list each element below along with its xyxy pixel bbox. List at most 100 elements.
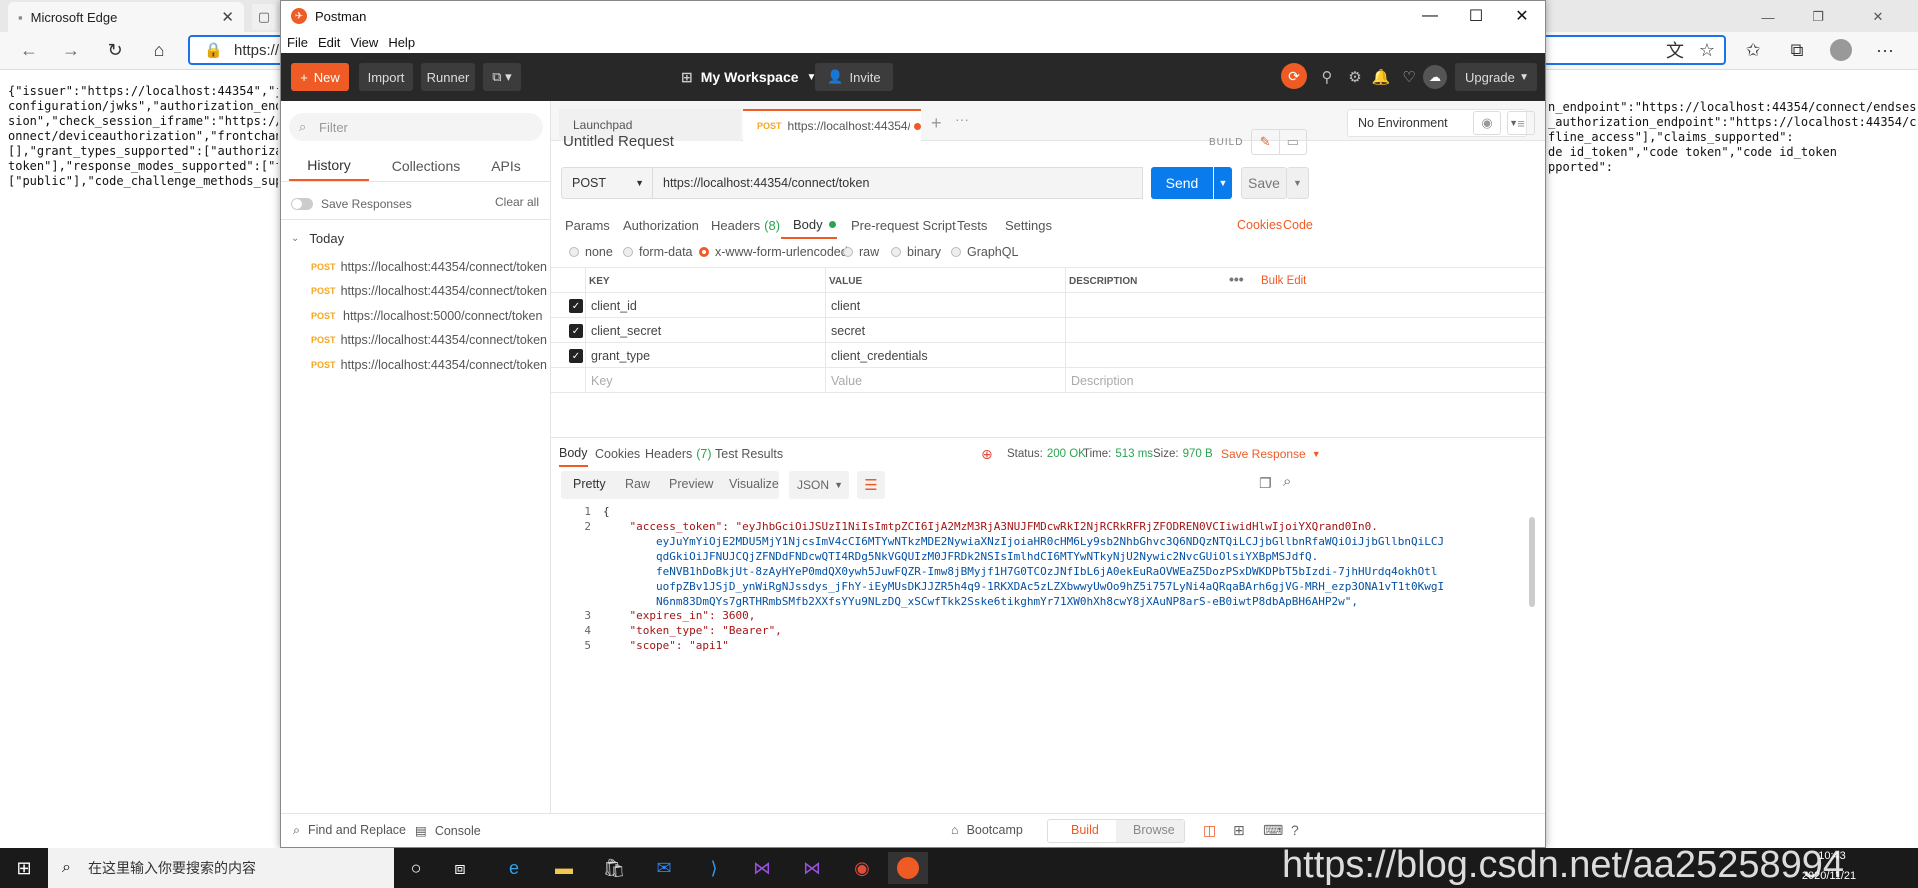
new-button[interactable]: + New [291, 63, 349, 91]
two-pane-icon[interactable]: ◫ [1203, 822, 1216, 839]
visual-studio-2-icon[interactable]: ⋈ [792, 852, 832, 884]
checkbox[interactable]: ✓ [569, 349, 583, 363]
tab-settings[interactable]: Settings [1005, 211, 1052, 239]
minimize-icon[interactable]: — [1407, 1, 1453, 31]
tab-headers[interactable]: Headers (8) [711, 211, 780, 239]
new-window-button[interactable]: ⧉ ▾ [483, 63, 521, 91]
view-visualize[interactable]: Visualize [729, 477, 779, 491]
request-name[interactable]: Untitled Request [563, 133, 674, 150]
bell-icon[interactable]: 🔔 [1369, 65, 1393, 89]
format-select[interactable]: JSON ▼ [789, 471, 849, 499]
layout-icon[interactable]: ⊞ [1233, 822, 1245, 839]
close-icon[interactable]: ✕ [1499, 1, 1545, 31]
runner-button[interactable]: Runner [421, 63, 475, 91]
eye-icon[interactable]: ◉ [1473, 111, 1501, 135]
bootcamp-button[interactable]: ⌂ Bootcamp [951, 823, 1023, 837]
more-icon[interactable]: ··· [1870, 36, 1900, 64]
save-responses-toggle[interactable]: Save Responses [291, 195, 412, 213]
sync-icon[interactable]: ⟳ [1281, 63, 1307, 89]
url-input[interactable]: https://localhost:44354/connect/token [653, 167, 1143, 199]
tab-tests[interactable]: Tests [957, 211, 987, 239]
settings-icon[interactable]: ⚙ [1343, 65, 1367, 89]
resp-tab-headers[interactable]: Headers (7) [645, 441, 712, 467]
mail-icon[interactable]: ✉ [644, 852, 684, 884]
favorite-star-icon[interactable]: ☆ [1692, 36, 1722, 64]
find-replace-button[interactable]: ⌕ Find and Replace [293, 823, 406, 838]
save-dropdown-icon[interactable]: ▼ [1287, 167, 1309, 199]
vscode-icon[interactable]: ⟩ [694, 852, 734, 884]
tab-collections[interactable]: Collections [381, 151, 471, 181]
view-raw[interactable]: Raw [625, 477, 650, 491]
menu-view[interactable]: View [350, 35, 378, 50]
scrollbar[interactable] [1529, 517, 1535, 607]
translate-icon[interactable]: 文 [1660, 36, 1690, 64]
collections-icon[interactable]: ⧉ [1782, 36, 1812, 64]
view-pretty[interactable]: Pretty [573, 477, 606, 491]
workspace-selector[interactable]: ⊞ My Workspace ▼ [681, 63, 816, 91]
upgrade-button[interactable]: Upgrade ▼ [1455, 63, 1537, 91]
copy-icon[interactable]: ❐ [1259, 475, 1272, 492]
avatar[interactable] [1826, 36, 1856, 64]
tab-active-request[interactable]: POST https://localhost:44354/conne... [743, 109, 921, 141]
tab-authorization[interactable]: Authorization [623, 211, 699, 239]
list-item[interactable]: POST https://localhost:44354/connect/toke… [311, 255, 547, 279]
tab-body[interactable]: Body [781, 211, 837, 239]
edge-tab[interactable]: ▪ Microsoft Edge ✕ [8, 2, 244, 32]
build-toggle[interactable]: Build [1071, 823, 1099, 837]
keyboard-icon[interactable]: ⌨ [1263, 822, 1283, 839]
radio-none[interactable]: none [569, 243, 613, 261]
menu-edit[interactable]: Edit [318, 35, 340, 50]
close-icon[interactable]: ✕ [1858, 6, 1898, 28]
edit-icon[interactable]: ✎ [1252, 130, 1279, 154]
method-select[interactable]: POST ▼ [561, 167, 653, 199]
file-explorer-icon[interactable]: ▬ [544, 852, 584, 884]
more-tabs-icon[interactable]: ··· [955, 111, 969, 127]
list-item[interactable]: POST https://localhost:44354/connect/toke… [311, 353, 547, 377]
back-icon[interactable]: ← [14, 36, 44, 64]
task-view-icon[interactable]: ⧈ [440, 852, 480, 884]
close-icon[interactable]: ✕ [221, 8, 234, 26]
menu-help[interactable]: Help [388, 35, 415, 50]
heart-icon[interactable]: ♡ [1397, 65, 1421, 89]
forward-icon[interactable]: → [56, 36, 86, 64]
import-button[interactable]: Import [359, 63, 413, 91]
clock-date[interactable]: 2020/11/21 [1794, 870, 1864, 882]
resp-tab-cookies[interactable]: Cookies [595, 441, 640, 467]
sliders-icon[interactable]: ≡ [1507, 111, 1535, 135]
chrome-icon[interactable]: ◉ [842, 852, 882, 884]
resp-tab-test-results[interactable]: Test Results [715, 441, 783, 467]
table-row[interactable]: ✓ grant_type client_credentials [551, 343, 1545, 368]
tab-history[interactable]: History [289, 151, 369, 181]
restore-icon[interactable]: ❐ [1798, 6, 1838, 28]
send-dropdown-icon[interactable]: ▼ [1214, 167, 1232, 199]
favorites-icon[interactable]: ✩ [1738, 36, 1768, 64]
send-button[interactable]: Send [1151, 167, 1213, 199]
more-icon[interactable]: ••• [1229, 271, 1244, 287]
checkbox[interactable]: ✓ [569, 324, 583, 338]
search-icon[interactable]: ⌕ [1283, 473, 1291, 490]
taskbar-search[interactable]: ⌕ 在这里输入你要搜索的内容 [48, 848, 394, 888]
table-row-new[interactable]: Key Value Description [551, 368, 1545, 393]
save-button[interactable]: Save [1241, 167, 1287, 199]
console-button[interactable]: ▤ Console [415, 823, 481, 838]
refresh-icon[interactable]: ↻ [100, 36, 130, 64]
clock-time[interactable]: 10:43 [1802, 850, 1862, 862]
globe-icon[interactable]: ⊕ [981, 441, 993, 467]
checkbox[interactable]: ✓ [569, 299, 583, 313]
list-item[interactable]: POST https://localhost:44354/connect/toke… [311, 328, 547, 352]
satellite-icon[interactable]: ⚲ [1315, 65, 1339, 89]
filter-input[interactable]: ⌕ Filter [289, 113, 543, 141]
cookies-link[interactable]: Cookies [1237, 211, 1282, 239]
wrap-lines-icon[interactable]: ☰ [857, 471, 885, 499]
store-icon[interactable]: 🛍 [594, 852, 634, 884]
radio-graphql[interactable]: GraphQL [951, 243, 1018, 261]
postman-taskbar-icon[interactable] [888, 852, 928, 884]
visual-studio-icon[interactable]: ⋈ [742, 852, 782, 884]
clear-all-button[interactable]: Clear all [495, 195, 539, 209]
history-group-today[interactable]: ⌄ Today [291, 227, 344, 249]
invite-button[interactable]: 👤 Invite [815, 63, 893, 91]
table-row[interactable]: ✓ client_id client [551, 293, 1545, 318]
menu-file[interactable]: File [287, 35, 308, 50]
browse-toggle[interactable]: Browse [1133, 823, 1175, 837]
tab-apis[interactable]: APIs [481, 151, 531, 181]
